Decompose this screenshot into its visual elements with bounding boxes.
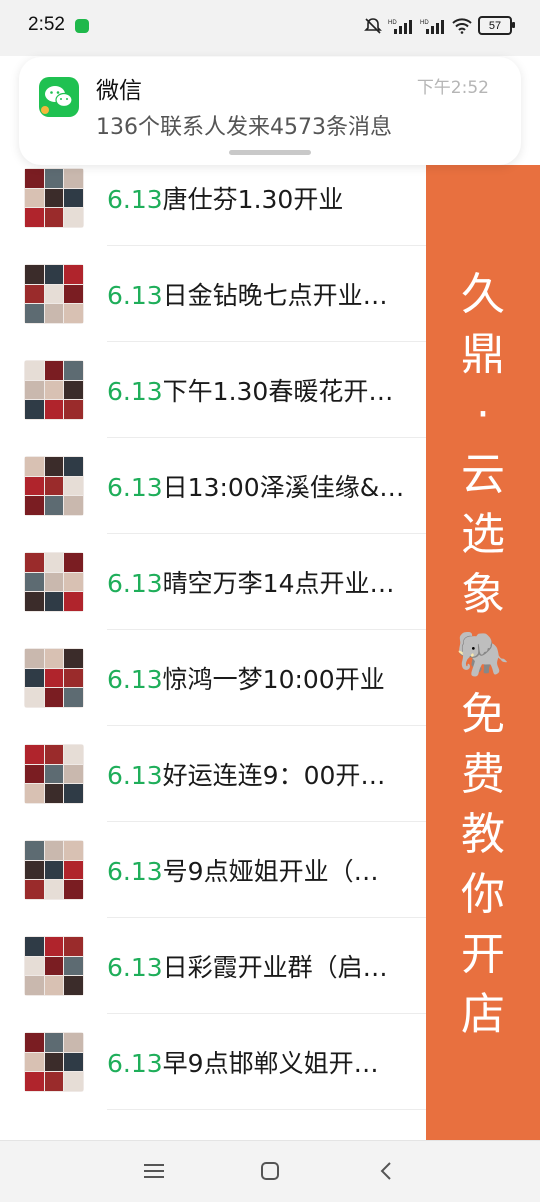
chat-list-item[interactable]: 6.13日13:00泽溪佳缘&… (0, 438, 426, 534)
svg-text:HD: HD (420, 20, 429, 26)
notification-time: 下午2:52 (416, 78, 489, 98)
row-divider (107, 1109, 426, 1110)
elephant-icon: 🐘 (455, 629, 511, 680)
chat-title: 6.13唐仕芬1.30开业 (107, 180, 423, 216)
chat-date: 6.13 (107, 857, 163, 886)
status-bar: 2:52 HD HD 57 (0, 0, 540, 56)
banner-char: · (476, 389, 490, 440)
group-avatar (24, 264, 84, 324)
notification-message: 136个联系人发来4573条消息 (96, 115, 392, 140)
chat-date: 6.13 (107, 953, 163, 982)
chat-date: 6.13 (107, 761, 163, 790)
status-icons: HD HD 57 (364, 16, 515, 35)
chat-name: 晴空万李14点开业… (162, 569, 395, 598)
banner-char: 开 (461, 929, 505, 980)
banner-char: 免 (461, 689, 505, 740)
chat-name: 日彩霞开业群（启… (162, 953, 388, 982)
chat-title: 6.13惊鸿一梦10:00开业 (107, 660, 423, 696)
group-avatar (24, 840, 84, 900)
group-avatar (24, 360, 84, 420)
chat-name: 号9点娅姐开业（… (162, 857, 379, 886)
chat-date: 6.13 (107, 473, 163, 502)
banner-char: 久 (461, 269, 505, 320)
navigation-bar (0, 1140, 540, 1202)
wifi-icon (452, 17, 472, 34)
notification-drag-handle[interactable] (229, 150, 311, 155)
banner-char: 店 (461, 989, 505, 1040)
chat-name: 下午1.30春暖花开… (162, 377, 394, 406)
chat-date: 6.13 (107, 185, 163, 214)
banner-char: 象 (461, 569, 505, 620)
back-chevron-icon[interactable] (370, 1155, 402, 1187)
chat-list-item[interactable]: 6.13号9点娅姐开业（… (0, 822, 426, 918)
signal-hd-icon: HD (388, 19, 412, 34)
group-avatar (24, 936, 84, 996)
chat-name: 日13:00泽溪佳缘&… (162, 473, 405, 502)
chat-list-item[interactable]: 6.13好运连连9：00开… (0, 726, 426, 822)
chat-bubbles-icon (41, 86, 73, 114)
chat-title: 6.13早9点邯郸义姐开… (107, 1044, 423, 1080)
group-avatar (24, 744, 84, 804)
chat-name: 好运连连9：00开… (162, 761, 386, 790)
chat-date: 6.13 (107, 665, 163, 694)
wechat-notification[interactable]: 微信 下午2:52 136个联系人发来4573条消息 (19, 57, 521, 165)
chat-title: 6.13晴空万李14点开业… (107, 564, 423, 600)
battery-icon: 57 (478, 16, 515, 35)
chat-title: 6.13下午1.30春暖花开… (107, 372, 423, 408)
banner-char: 费 (461, 749, 505, 800)
chat-list-item[interactable]: 6.13日金钻晚七点开业… (0, 246, 426, 342)
banner-char: 鼎 (461, 329, 505, 380)
menu-icon[interactable] (138, 1155, 170, 1187)
mute-bell-icon (364, 17, 382, 34)
status-time: 2:52 (28, 14, 65, 35)
notification-app-name: 微信 (96, 78, 142, 104)
chat-title: 6.13好运连连9：00开… (107, 756, 423, 792)
promo-banner[interactable]: 久鼎 · 云选象 🐘 免费教你开店 (426, 165, 540, 1140)
battery-level: 57 (488, 19, 502, 32)
wechat-notification-icon (75, 19, 89, 33)
chat-date: 6.13 (107, 1049, 163, 1078)
group-avatar (24, 168, 84, 228)
signal-hd-icon: HD (420, 19, 444, 34)
group-avatar (24, 1032, 84, 1092)
chat-list-item[interactable]: 6.13晴空万李14点开业… (0, 534, 426, 630)
wechat-app-icon (39, 77, 79, 117)
chat-date: 6.13 (107, 569, 163, 598)
chat-title: 6.13号9点娅姐开业（… (107, 852, 423, 888)
svg-text:HD: HD (388, 20, 397, 26)
chat-list-item[interactable]: 6.13下午1.30春暖花开… (0, 342, 426, 438)
chat-title: 6.13日金钻晚七点开业… (107, 276, 423, 312)
group-avatar (24, 648, 84, 708)
group-avatar (24, 552, 84, 612)
banner-char: 云 (461, 449, 505, 500)
banner-char: 选 (461, 509, 505, 560)
chat-date: 6.13 (107, 281, 163, 310)
chat-name: 日金钻晚七点开业… (162, 281, 388, 310)
home-square-icon[interactable] (254, 1155, 286, 1187)
group-avatar (24, 456, 84, 516)
chat-date: 6.13 (107, 377, 163, 406)
banner-char: 教 (461, 809, 505, 860)
chat-name: 惊鸿一梦10:00开业 (162, 665, 385, 694)
chat-name: 早9点邯郸义姐开… (162, 1049, 379, 1078)
banner-char: 你 (461, 869, 505, 920)
chat-name: 唐仕芬1.30开业 (162, 185, 344, 214)
chat-title: 6.13日13:00泽溪佳缘&… (107, 468, 423, 504)
chat-list-item[interactable]: 6.13日彩霞开业群（启… (0, 918, 426, 1014)
chat-list-item[interactable]: 6.13早9点邯郸义姐开… (0, 1014, 426, 1110)
chat-title: 6.13日彩霞开业群（启… (107, 948, 423, 984)
chat-list-item[interactable]: 6.13惊鸿一梦10:00开业 (0, 630, 426, 726)
